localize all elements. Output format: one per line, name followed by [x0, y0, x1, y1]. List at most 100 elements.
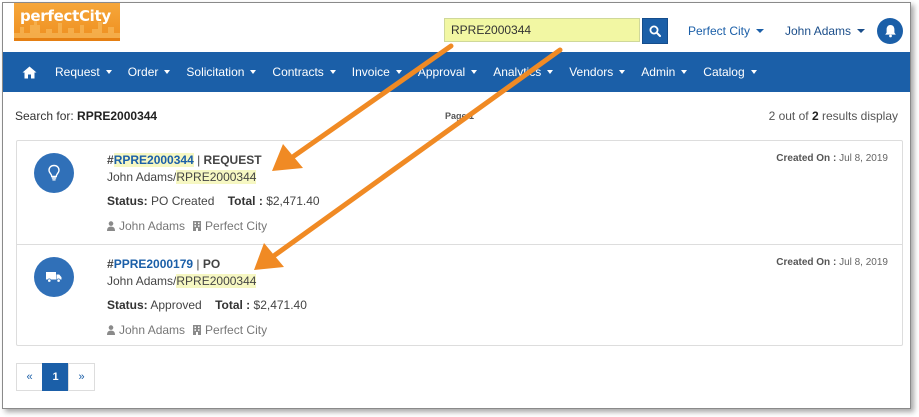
result-hash: # — [107, 153, 114, 167]
result-org: Perfect City — [205, 323, 268, 337]
result-owner-ref: RPRE2000344 — [176, 170, 257, 184]
result-user: John Adams — [119, 323, 186, 337]
status-value: PO Created — [151, 194, 215, 208]
result-status-line: Status: Approved Total : $2,471.40 — [107, 298, 307, 312]
result-type-avatar — [34, 153, 74, 193]
truck-icon — [46, 272, 62, 283]
nav-item-label: Order — [127, 65, 159, 79]
search-button[interactable] — [642, 18, 668, 44]
result-title: #RPRE2000344 | REQUEST — [107, 153, 262, 167]
building-icon — [193, 221, 202, 231]
nav-item-vendors[interactable]: Vendors — [561, 52, 633, 92]
result-owner: John Adams/RPRE2000344 — [107, 274, 257, 288]
result-separator: | — [193, 153, 204, 167]
result-title: #PPRE2000179 | PO — [107, 257, 220, 271]
pagination: « 1 » — [16, 363, 95, 391]
status-label: Status: — [107, 194, 148, 208]
notifications-button[interactable] — [877, 18, 903, 44]
nav-item-catalog[interactable]: Catalog — [695, 52, 764, 92]
search-for-text: Search for: RPRE2000344 — [15, 109, 157, 123]
chevron-down-icon — [329, 70, 336, 74]
home-icon — [22, 66, 36, 78]
search-input[interactable] — [444, 18, 640, 42]
app-window: perfectCity Perfect City John Adams — [2, 2, 911, 409]
result-status-line: Status: PO Created Total : $2,471.40 — [107, 194, 320, 208]
main-nav: Request Order Solicitation Contracts Inv… — [3, 52, 910, 92]
result-count-prefix: 2 out of — [768, 109, 809, 123]
nav-item-label: Solicitation — [186, 65, 245, 79]
org-dropdown-label: Perfect City — [688, 24, 751, 38]
search-summary: Search for: RPRE2000344 Page 1 2 out of … — [15, 109, 898, 125]
nav-item-label: Analytics — [493, 65, 542, 79]
nav-item-contracts[interactable]: Contracts — [264, 52, 343, 92]
nav-item-invoice[interactable]: Invoice — [344, 52, 410, 92]
pagination-next-button[interactable]: » — [68, 363, 95, 391]
nav-item-admin[interactable]: Admin — [633, 52, 695, 92]
nav-item-label: Admin — [641, 65, 676, 79]
search-term: RPRE2000344 — [77, 109, 158, 123]
top-bar: perfectCity Perfect City John Adams — [3, 3, 910, 53]
user-icon — [107, 325, 115, 335]
result-type: PO — [202, 257, 221, 271]
chevron-down-icon — [756, 29, 765, 33]
home-button[interactable] — [11, 52, 47, 92]
result-created: Created On : Jul 8, 2019 — [776, 153, 888, 164]
nav-item-approval[interactable]: Approval — [410, 52, 485, 92]
result-count-value: 2 — [811, 109, 819, 123]
total-label: Total : — [227, 194, 263, 208]
result-number-link[interactable]: PPRE2000179 — [114, 257, 193, 271]
total-label: Total : — [215, 298, 251, 312]
status-label: Status: — [107, 298, 148, 312]
result-card[interactable]: #RPRE2000344 | REQUEST John Adams/RPRE20… — [17, 141, 902, 244]
result-owner-prefix: John Adams/ — [107, 170, 177, 184]
result-count: 2 out of 2 results display — [769, 109, 898, 123]
nav-item-order[interactable]: Order — [120, 52, 179, 92]
building-icon — [193, 325, 202, 335]
org-dropdown[interactable]: Perfect City — [688, 24, 765, 38]
result-owner-prefix: John Adams/ — [107, 274, 177, 288]
results-list: #RPRE2000344 | REQUEST John Adams/RPRE20… — [16, 140, 903, 346]
nav-item-label: Invoice — [351, 65, 390, 79]
result-card[interactable]: #PPRE2000179 | PO John Adams/RPRE2000344… — [17, 244, 902, 347]
search-for-label: Search for: — [15, 109, 74, 123]
chevron-down-icon — [164, 70, 171, 74]
nav-item-label: Request — [55, 65, 100, 79]
chevron-down-icon — [395, 70, 402, 74]
chevron-down-icon — [857, 29, 866, 33]
brand-logo[interactable]: perfectCity — [14, 3, 120, 41]
total-value: $2,471.40 — [253, 298, 307, 312]
chevron-down-icon — [250, 70, 257, 74]
chevron-down-icon — [105, 70, 112, 74]
chevron-down-icon — [619, 70, 626, 74]
nav-item-label: Vendors — [569, 65, 614, 79]
user-dropdown[interactable]: John Adams — [785, 24, 866, 38]
total-value: $2,471.40 — [266, 194, 320, 208]
pagination-page-button[interactable]: 1 — [42, 363, 69, 391]
global-search — [444, 18, 668, 44]
bell-icon — [884, 25, 896, 38]
status-value: Approved — [150, 298, 202, 312]
nav-item-solicitation[interactable]: Solicitation — [178, 52, 264, 92]
user-icon — [107, 221, 115, 231]
created-value: Jul 8, 2019 — [839, 153, 888, 164]
created-label: Created On : — [776, 257, 837, 268]
result-owner: John Adams/RPRE2000344 — [107, 170, 257, 184]
pagination-prev-button[interactable]: « — [16, 363, 43, 391]
created-label: Created On : — [776, 153, 837, 164]
page-indicator: Page 1 — [445, 111, 475, 121]
result-created: Created On : Jul 8, 2019 — [776, 257, 888, 268]
nav-item-label: Contracts — [272, 65, 324, 79]
result-type-avatar — [34, 257, 74, 297]
result-org: Perfect City — [205, 219, 268, 233]
chevron-down-icon — [681, 70, 688, 74]
lightbulb-icon — [48, 164, 60, 181]
user-dropdown-label: John Adams — [785, 24, 852, 38]
chevron-down-icon — [471, 70, 478, 74]
created-value: Jul 8, 2019 — [839, 257, 888, 268]
result-user: John Adams — [119, 219, 186, 233]
result-count-suffix: results display — [821, 109, 898, 123]
result-number-link[interactable]: RPRE2000344 — [113, 153, 194, 167]
nav-item-analytics[interactable]: Analytics — [485, 52, 561, 92]
result-owner-ref: RPRE2000344 — [176, 274, 257, 288]
nav-item-request[interactable]: Request — [47, 52, 120, 92]
